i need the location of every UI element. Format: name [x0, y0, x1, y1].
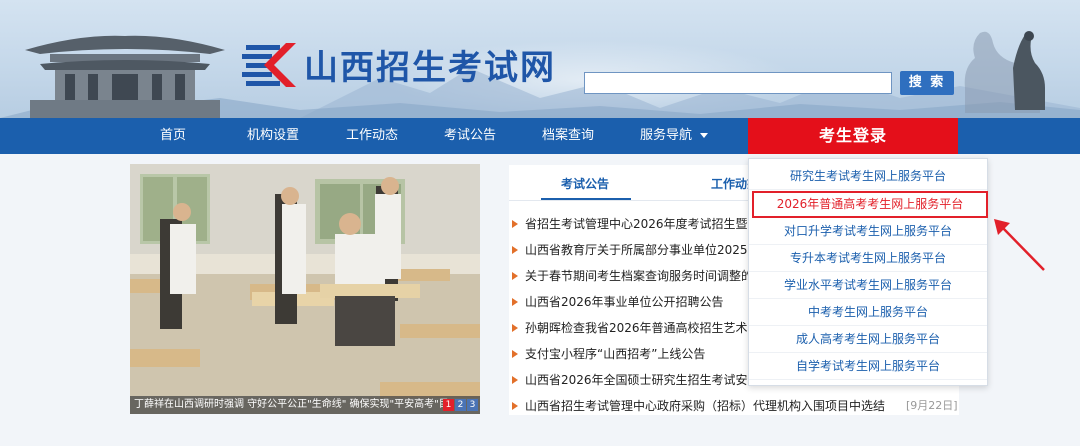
- news-item[interactable]: 山西省招生考试管理中心政府采购（招标）代理机构入围项目中选结 [9月22日]: [509, 393, 959, 419]
- nav-item-archive-query[interactable]: 档案查询: [542, 118, 594, 154]
- menu-item-gaokao[interactable]: 2026年普通高考考生网上服务平台: [752, 191, 988, 218]
- statue-graphic: [964, 31, 1045, 113]
- bullet-icon: [512, 324, 518, 332]
- nav-item-work-news[interactable]: 工作动态: [346, 118, 398, 154]
- search-button[interactable]: 搜 索: [900, 71, 954, 95]
- bullet-icon: [512, 376, 518, 384]
- menu-item-academic-level-exam[interactable]: 学业水平考试考生网上服务平台: [749, 272, 987, 299]
- student-login-button[interactable]: 考生登录: [748, 118, 958, 154]
- photo-caption-bar: 丁薛祥在山西调研时强调 守好公平公正"生命线" 确保实现"平安高考"目 1 2 …: [130, 396, 480, 414]
- nav-item-organization[interactable]: 机构设置: [247, 118, 299, 154]
- nav-item-exam-notices[interactable]: 考试公告: [444, 118, 496, 154]
- classroom-photo: [130, 164, 480, 414]
- news-date: [9月22日]: [906, 399, 958, 412]
- photo-caption[interactable]: 丁薛祥在山西调研时强调 守好公平公正"生命线" 确保实现"平安高考"目: [134, 396, 449, 414]
- bullet-icon: [512, 350, 518, 358]
- news-title[interactable]: 孙朝晖检查我省2026年普通高校招生艺术类: [525, 315, 760, 341]
- nav-item-home[interactable]: 首页: [160, 118, 186, 154]
- pager-button-2[interactable]: 2: [455, 399, 466, 411]
- news-photo[interactable]: 丁薛祥在山西调研时强调 守好公平公正"生命线" 确保实现"平安高考"目 1 2 …: [130, 164, 480, 414]
- chevron-down-icon: [700, 133, 709, 138]
- bullet-icon: [512, 220, 518, 228]
- menu-item-vocational-exam[interactable]: 对口升学考试考生网上服务平台: [749, 218, 987, 245]
- pager-button-1[interactable]: 1: [443, 399, 454, 411]
- news-title[interactable]: 山西省2026年全国硕士研究生招生考试安全: [525, 367, 760, 393]
- temple-graphic: [25, 35, 225, 118]
- logo-icon: [242, 42, 296, 87]
- bullet-icon: [512, 402, 518, 410]
- annotation-arrow-icon: [994, 219, 1045, 271]
- menu-item-zhongkao[interactable]: 中考考生网上服务平台: [749, 299, 987, 326]
- bullet-icon: [512, 298, 518, 306]
- search-input[interactable]: [584, 72, 892, 94]
- news-title[interactable]: 关于春节期间考生档案查询服务时间调整的: [525, 263, 753, 289]
- login-dropdown-menu: 研究生考试考生网上服务平台 2026年普通高考考生网上服务平台 对口升学考试考生…: [748, 158, 988, 386]
- site-logo[interactable]: 山西招生考试网: [240, 40, 556, 89]
- site-title: 山西招生考试网: [304, 48, 556, 88]
- news-title[interactable]: 省招生考试管理中心2026年度考试招生暨全: [525, 211, 760, 237]
- menu-item-self-study-exam[interactable]: 自学考试考生网上服务平台: [749, 353, 987, 380]
- active-tab-indicator: [541, 198, 631, 200]
- photo-pager: 1 2 3: [443, 399, 478, 411]
- nav-item-service-nav-label: 服务导航: [640, 128, 693, 143]
- menu-item-graduate-exam[interactable]: 研究生考试考生网上服务平台: [749, 163, 987, 190]
- news-title[interactable]: 山西省教育厅关于所属部分事业单位2025年: [525, 237, 760, 263]
- bullet-icon: [512, 246, 518, 254]
- news-title[interactable]: 支付宝小程序“山西招考”上线公告: [525, 341, 705, 367]
- news-title[interactable]: 山西省招生考试管理中心政府采购（招标）代理机构入围项目中选结: [525, 393, 885, 419]
- menu-item-adult-exam[interactable]: 成人高考考生网上服务平台: [749, 326, 987, 353]
- bullet-icon: [512, 272, 518, 280]
- header-banner: 山西招生考试网 搜 索: [0, 0, 1080, 118]
- nav-item-service-nav[interactable]: 服务导航: [640, 118, 709, 154]
- news-title[interactable]: 山西省2026年事业单位公开招聘公告: [525, 289, 724, 315]
- tab-exam-notices[interactable]: 考试公告: [561, 175, 609, 192]
- main-nav: 首页 机构设置 工作动态 考试公告 档案查询 服务导航 考生登录: [0, 118, 1080, 154]
- pager-button-3[interactable]: 3: [467, 399, 478, 411]
- menu-item-upgrade-exam[interactable]: 专升本考试考生网上服务平台: [749, 245, 987, 272]
